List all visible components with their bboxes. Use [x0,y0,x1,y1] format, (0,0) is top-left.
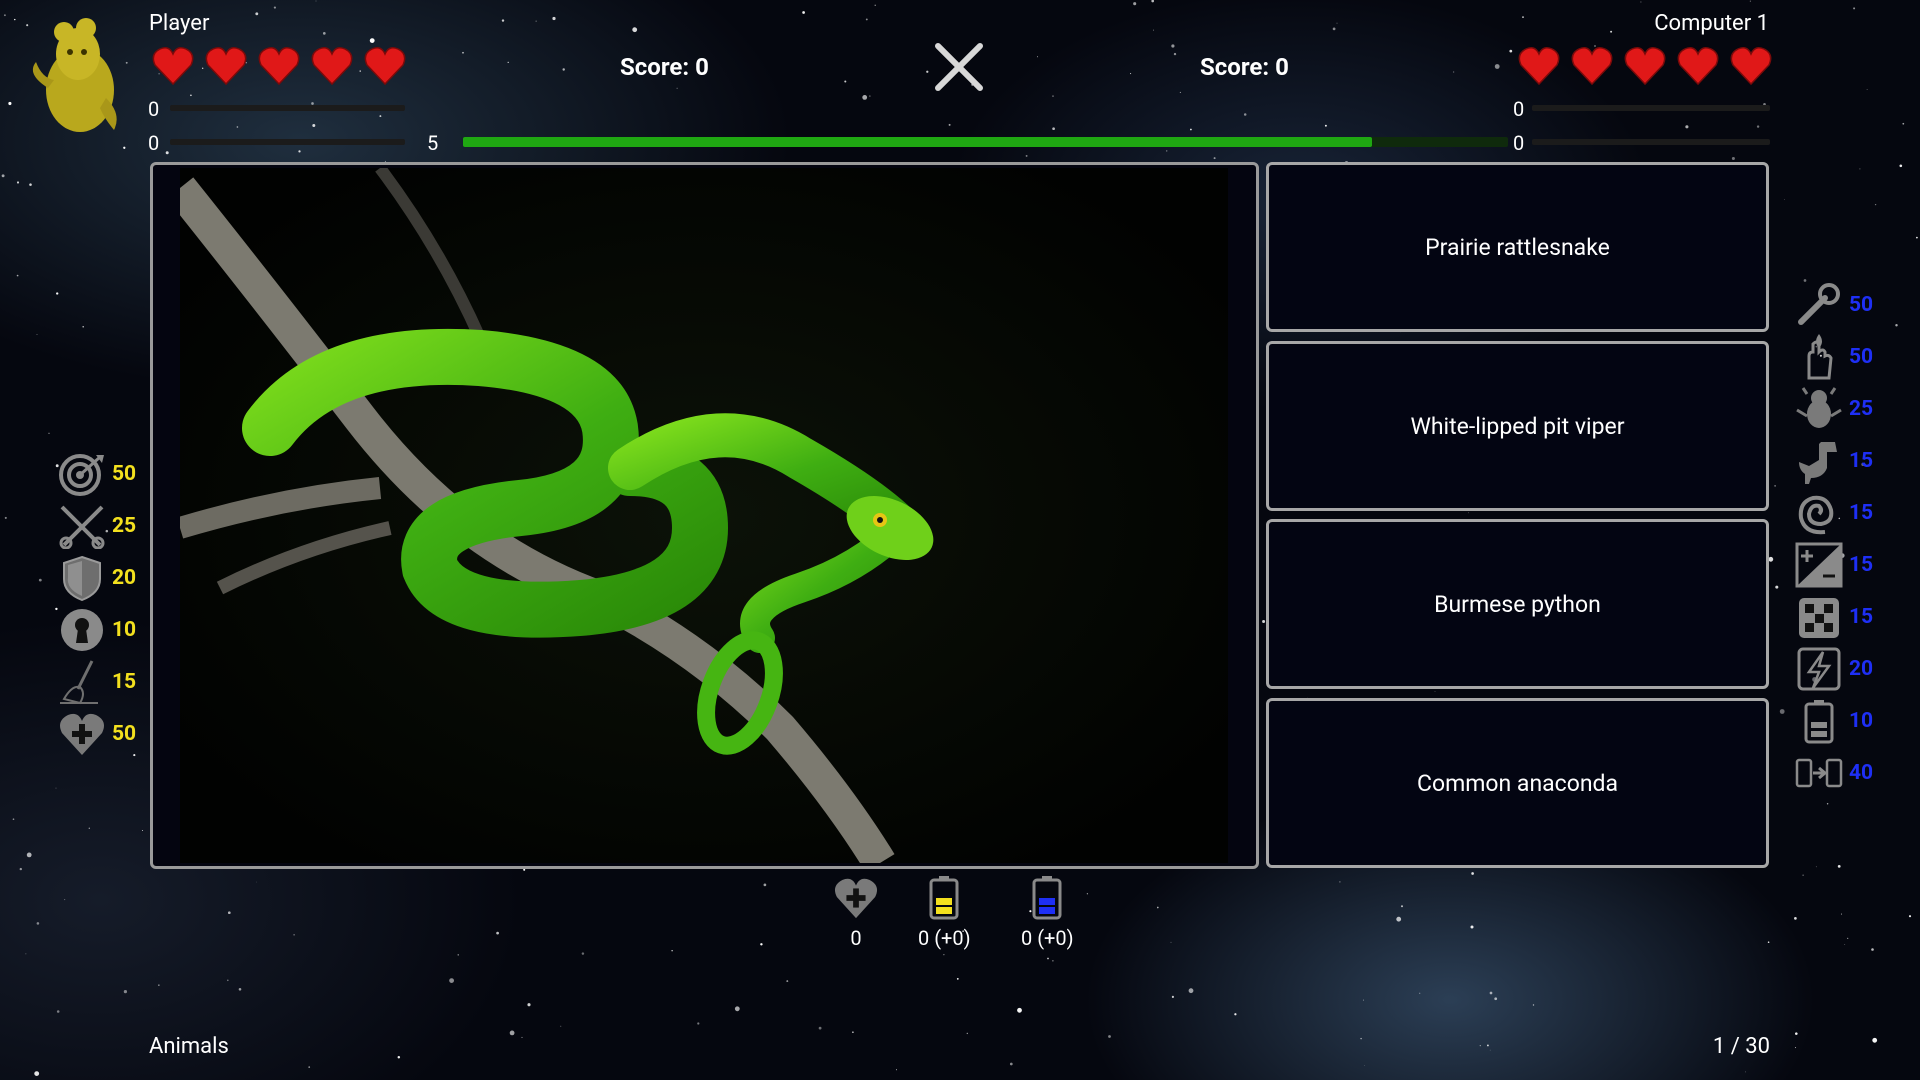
player-heart-icon [258,46,300,86]
heart-plus-icon [834,878,878,919]
inventory-hearts-value: 0 [850,926,862,950]
opponent-powerup-dice: 15 [1795,594,1873,640]
answer-option-1[interactable]: Prairie rattlesnake [1266,162,1769,332]
crossed-swords-icon [59,505,105,549]
player-score: Score: 0 [620,53,709,81]
inventory-hearts[interactable]: 0 [831,876,881,950]
opponent-bar2 [1532,139,1770,145]
answer-option-4[interactable]: Common anaconda [1266,698,1769,868]
player-bar1 [170,105,405,111]
versus-x-icon [934,42,984,96]
opponent-powerup-battery-transfer: 40 [1795,750,1873,796]
inventory-blue-battery[interactable]: 0 (+0) [1021,876,1074,950]
keyhole-icon [61,609,103,651]
opponent-heart-icon [1677,46,1719,86]
opponent-heart-icon [1518,46,1560,86]
opponent-powerup-plus-minus: 15 [1795,542,1873,588]
plus-minus-icon [1795,542,1843,588]
heart-plus-icon [60,713,104,755]
player-heart-icon [205,46,247,86]
player-heart-icon [311,46,353,86]
opponent-heart-icon [1624,46,1666,86]
powerup-heal[interactable]: 50 [58,711,136,757]
powerup-swords-value: 25 [112,514,137,538]
opponent-bar1 [1532,105,1770,111]
player-name: Player [149,11,210,36]
opponent-powerup-value: 15 [1849,501,1874,525]
target-icon [59,454,104,496]
dinosaur-icon [1799,442,1837,484]
opponent-powerup-value: 25 [1849,397,1874,421]
player-heart-icon [364,46,406,86]
powerup-keyhole[interactable]: 10 [58,607,136,653]
opponent-powerup-value: 15 [1849,449,1874,473]
player-bar2-value: 0 [148,131,160,155]
opponent-lives [1518,46,1772,86]
question-image-panel [150,162,1259,869]
answer-option-2[interactable]: White-lipped pit viper [1266,341,1769,511]
opponent-powerup-value: 40 [1849,761,1874,785]
opponent-powerup-value: 50 [1849,293,1874,317]
shield-icon [63,555,101,601]
question-progress: 1 / 30 [1712,1034,1770,1059]
creature-icon [1796,387,1842,428]
opponent-powerup-battery: 10 [1795,698,1873,744]
timer-value: 5 [427,131,439,155]
broom-icon [60,660,98,705]
dice-icon [1799,598,1839,638]
battery-icon [1804,700,1834,744]
timer-bar [463,137,1508,147]
inventory-yellow-battery-value: 0 (+0) [918,926,971,950]
player-bar2 [170,139,405,145]
inventory-yellow-battery[interactable]: 0 (+0) [918,876,971,950]
player-bar1-value: 0 [148,97,160,121]
powerup-heal-value: 50 [112,722,137,746]
wrench-icon [1798,283,1840,325]
yellow-battery-icon [929,876,959,920]
opponent-bar2-value: 0 [1513,131,1525,155]
powerup-target-value: 50 [112,462,137,486]
opponent-powerup-wrench: 50 [1795,282,1873,328]
hand-flame-icon [1807,334,1833,380]
player-lives [152,46,406,86]
category-label: Animals [149,1034,229,1059]
opponent-heart-icon [1571,46,1613,86]
player-avatar [18,18,140,144]
lightning-icon [1797,647,1841,691]
blue-battery-icon [1032,876,1062,920]
opponent-powerup-lightning: 20 [1795,646,1873,692]
opponent-heart-icon [1730,46,1772,86]
powerup-target[interactable]: 50 [58,451,136,497]
battery-transfer-icon [1795,758,1843,788]
inventory-blue-battery-value: 0 (+0) [1021,926,1074,950]
opponent-score: Score: 0 [1200,53,1289,81]
powerup-shield-value: 20 [112,566,137,590]
opponent-powerup-spiral: 15 [1795,490,1873,536]
powerup-swords[interactable]: 25 [58,503,136,549]
opponent-powerup-value: 50 [1849,345,1874,369]
timer-bar-fill [463,137,1373,147]
powerup-broom-value: 15 [112,670,137,694]
spiral-icon [1798,495,1834,535]
player-heart-icon [152,46,194,86]
answer-option-3[interactable]: Burmese python [1266,519,1769,689]
opponent-powerup-value: 15 [1849,605,1874,629]
powerup-broom[interactable]: 15 [58,659,136,705]
powerup-shield[interactable]: 20 [58,555,136,601]
snake-photo [180,168,1228,863]
opponent-powerup-dinosaur: 15 [1795,438,1873,484]
opponent-powerup-hand-flame: 50 [1795,334,1873,380]
opponent-powerup-value: 10 [1849,709,1874,733]
powerup-keyhole-value: 10 [112,618,137,642]
opponent-name: Computer 1 [1654,11,1769,36]
opponent-bar1-value: 0 [1513,97,1525,121]
opponent-powerup-value: 20 [1849,657,1874,681]
opponent-powerup-creature: 25 [1795,386,1873,432]
opponent-powerup-value: 15 [1849,553,1874,577]
